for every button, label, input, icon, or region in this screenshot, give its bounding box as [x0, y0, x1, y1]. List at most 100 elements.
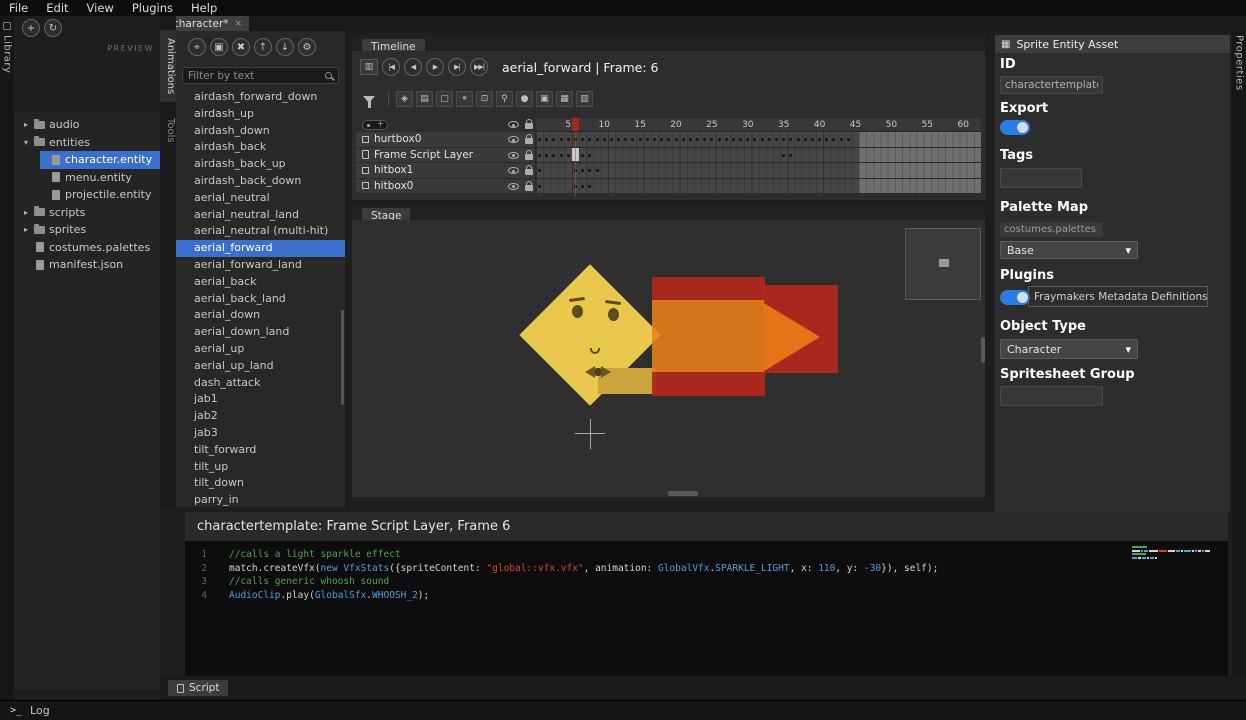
animation-item[interactable]: parry_in — [176, 492, 345, 507]
code-line[interactable]: 1//calls a light sparkle effect — [185, 548, 1133, 562]
rect-icon[interactable]: ▢ — [436, 91, 453, 107]
code-line[interactable]: 2match.createVfx(new VfxStats({spriteCon… — [185, 562, 1133, 576]
layer-visibility-icon[interactable] — [508, 152, 519, 159]
layer-lock-icon[interactable] — [525, 154, 533, 160]
layer-frames[interactable] — [536, 132, 981, 148]
log-label[interactable]: Log — [30, 704, 50, 717]
menu-edit[interactable]: Edit — [37, 0, 77, 16]
layer-frames[interactable] — [536, 148, 981, 164]
tree-item[interactable]: menu.entity — [40, 169, 160, 187]
tree-item[interactable]: ▾entities — [24, 134, 160, 152]
tab-animations[interactable]: Animations — [160, 30, 176, 102]
delete-icon[interactable]: ✖ — [232, 38, 250, 56]
menu-file[interactable]: File — [0, 0, 37, 16]
expand-arrow-icon[interactable]: ▸ — [24, 208, 34, 217]
collapse-arrow-icon[interactable]: ▾ — [24, 138, 34, 147]
layer-lock-icon[interactable] — [525, 138, 533, 144]
jump-start-icon[interactable]: |◀ — [382, 58, 400, 76]
filter-input[interactable] — [183, 70, 325, 82]
document-tab[interactable]: character* × — [166, 16, 249, 31]
grid-icon[interactable]: ▦ — [556, 91, 573, 107]
animations-scrollbar[interactable] — [341, 310, 344, 405]
close-tab-icon[interactable]: × — [235, 19, 243, 29]
animation-item[interactable]: airdash_forward_down — [176, 89, 345, 106]
timeline-layer-row[interactable]: hitbox1 — [356, 163, 981, 179]
transform-icon[interactable]: ⌖ — [456, 91, 473, 107]
expand-arrow-icon[interactable]: ▸ — [24, 225, 34, 234]
animation-item[interactable]: airdash_down — [176, 123, 345, 140]
point-icon[interactable]: ● — [516, 91, 533, 107]
visibility-all-icon[interactable] — [508, 121, 519, 128]
animation-item[interactable]: jab1 — [176, 391, 345, 408]
settings-icon[interactable]: ⚙ — [298, 38, 316, 56]
duplicate-icon[interactable]: ▣ — [210, 38, 228, 56]
jump-end-icon[interactable]: ▶▶| — [470, 58, 488, 76]
tree-item[interactable]: ▸audio — [24, 116, 160, 134]
filter-funnel-icon[interactable] — [363, 96, 375, 103]
layer-visibility-icon[interactable] — [508, 136, 519, 143]
tree-item[interactable]: ▸sprites — [24, 221, 160, 239]
layer-visibility-icon[interactable] — [508, 167, 519, 174]
stage-mini-preview[interactable] — [905, 228, 981, 300]
code-line[interactable]: 3//calls generic whoosh sound — [185, 575, 1133, 589]
tree-item[interactable]: character.entity — [40, 151, 160, 169]
plugins-toggle[interactable] — [1000, 290, 1030, 305]
layer-lock-icon[interactable] — [525, 185, 533, 191]
export-toggle[interactable] — [1000, 120, 1030, 135]
image-icon[interactable]: ▣ — [536, 91, 553, 107]
id-input[interactable] — [1000, 76, 1103, 94]
animation-clip-icon[interactable] — [360, 59, 378, 75]
layer-frames[interactable] — [536, 179, 981, 195]
tree-item[interactable]: projectile.entity — [40, 186, 160, 204]
palette-dropdown[interactable]: Base — [1000, 241, 1138, 259]
prev-frame-icon[interactable]: ◀ — [404, 58, 422, 76]
tags-input[interactable] — [1000, 168, 1082, 188]
next-frame-icon[interactable]: ▶| — [448, 58, 466, 76]
tree-item[interactable]: manifest.json — [24, 256, 160, 274]
animation-item[interactable]: aerial_back — [176, 274, 345, 291]
properties-rail-tab[interactable]: Properties — [1232, 16, 1246, 700]
animation-item[interactable]: airdash_back — [176, 139, 345, 156]
timeline-layer-row[interactable]: hitbox0 — [356, 179, 981, 195]
bounds-icon[interactable]: ⊡ — [476, 91, 493, 107]
ter minal-prompt-icon[interactable]: >_ — [10, 705, 22, 716]
locate-icon[interactable]: ⌖ — [188, 38, 206, 56]
animation-item[interactable]: jab3 — [176, 425, 345, 442]
pin-icon[interactable]: ⚲ — [496, 91, 513, 107]
library-rail-tab[interactable]: Library — [0, 16, 14, 700]
timeline-layer-row[interactable]: hurtbox0 — [356, 132, 981, 148]
tag-icon[interactable]: ◈ — [396, 91, 413, 107]
layer-lock-icon[interactable] — [525, 169, 533, 175]
frame-ruler[interactable]: 51015202530354045505560 — [536, 118, 981, 132]
animation-item[interactable]: aerial_down_land — [176, 324, 345, 341]
animation-item[interactable]: airdash_back_up — [176, 156, 345, 173]
menu-help[interactable]: Help — [182, 0, 226, 16]
expand-arrow-icon[interactable]: ▸ — [24, 120, 34, 129]
tree-item[interactable]: costumes.palettes — [24, 239, 160, 257]
animation-item[interactable]: aerial_up_land — [176, 358, 345, 375]
menu-view[interactable]: View — [78, 0, 123, 16]
stage-canvas[interactable] — [352, 220, 985, 497]
animation-item[interactable]: tilt_forward — [176, 442, 345, 459]
stage-vertical-scrollbar[interactable] — [981, 337, 985, 363]
animation-item[interactable]: airdash_back_down — [176, 173, 345, 190]
code-editor[interactable]: 1//calls a light sparkle effect2match.cr… — [185, 541, 1228, 676]
tileset-icon[interactable]: ▥ — [576, 91, 593, 107]
frame-script-icon[interactable]: ▤ — [416, 91, 433, 107]
layer-visibility-pill[interactable] — [362, 120, 388, 130]
layer-visibility-icon[interactable] — [508, 183, 519, 190]
play-icon[interactable]: ▶ — [426, 58, 444, 76]
code-line[interactable]: 4AudioClip.play(GlobalSfx.WHOOSH_2); — [185, 589, 1133, 603]
menu-plugins[interactable]: Plugins — [123, 0, 182, 16]
sync-icon[interactable]: ↻ — [44, 19, 62, 37]
animation-item[interactable]: aerial_up — [176, 341, 345, 358]
tab-script[interactable]: Script — [168, 680, 228, 696]
tab-tools[interactable]: Tools — [160, 110, 176, 151]
animation-item[interactable]: aerial_forward — [176, 240, 345, 257]
tree-item[interactable]: ▸scripts — [24, 204, 160, 222]
animation-item[interactable]: aerial_neutral_land — [176, 207, 345, 224]
code-minimap[interactable] — [1132, 546, 1216, 560]
timeline-layer-row[interactable]: Frame Script Layer — [356, 148, 981, 164]
animation-item[interactable]: tilt_down — [176, 475, 345, 492]
move-up-icon[interactable]: ↑ — [254, 38, 272, 56]
